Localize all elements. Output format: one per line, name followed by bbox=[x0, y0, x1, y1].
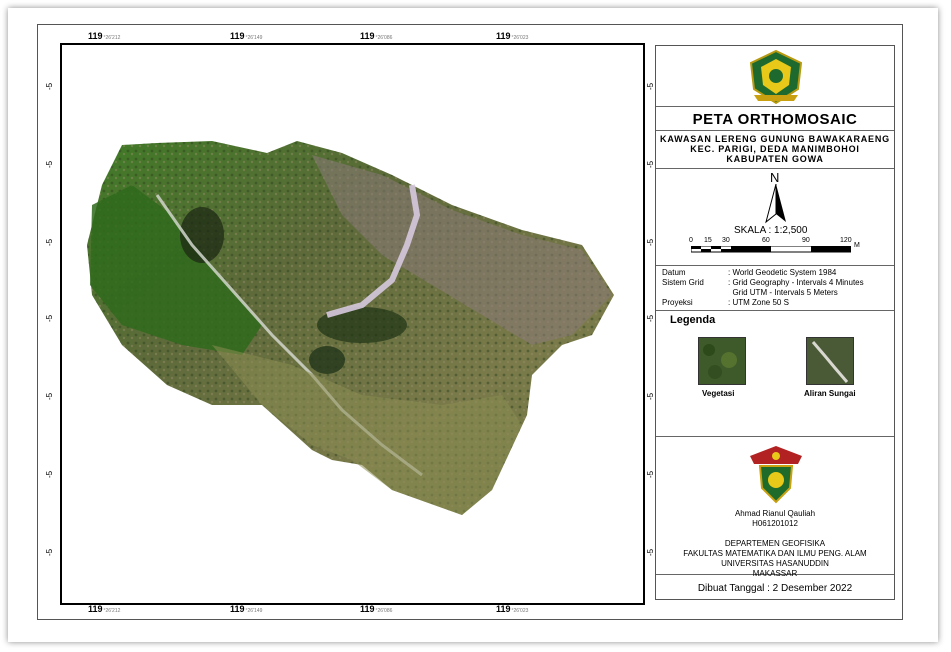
top-tick-4: 119°26'023 bbox=[496, 31, 529, 41]
subtitle-line-3: KABUPATEN GOWA bbox=[726, 154, 824, 164]
legend-swatch-river bbox=[806, 337, 854, 385]
right-tick-7: -5 bbox=[646, 548, 655, 556]
legend-label-river: Aliran Sungai bbox=[804, 389, 856, 398]
logo-section bbox=[656, 46, 894, 107]
bottom-tick-2: 119°26'149 bbox=[230, 604, 263, 614]
author-id: H061201012 bbox=[752, 519, 798, 528]
right-tick-5: -5 bbox=[646, 392, 655, 400]
subtitle-line-1: KAWASAN LERENG GUNUNG BAWAKARAENG bbox=[660, 134, 890, 144]
info-key-grid: Sistem Grid bbox=[662, 278, 704, 287]
left-tick-4: -5 bbox=[45, 314, 54, 322]
subtitle-line-2: KEC. PARIGI, DEDA MANIMBOHOI bbox=[690, 144, 860, 154]
legend-swatch-vegetation bbox=[698, 337, 746, 385]
right-tick-3: -5 bbox=[646, 238, 655, 246]
left-tick-2: -5 bbox=[45, 160, 54, 168]
legend-title: Legenda bbox=[670, 314, 716, 326]
scale-tick-30: 30 bbox=[722, 237, 730, 244]
scale-tick-60: 60 bbox=[762, 237, 770, 244]
map-frame bbox=[60, 43, 645, 605]
info-section: Datum : World Geodetic System 1984 Siste… bbox=[656, 265, 894, 311]
scale-tick-90: 90 bbox=[802, 237, 810, 244]
scale-unit: M bbox=[854, 242, 860, 249]
left-tick-7: -5 bbox=[45, 548, 54, 556]
institution-line-1: DEPARTEMEN GEOFISIKA bbox=[724, 539, 826, 548]
regency-emblem-icon bbox=[749, 49, 803, 105]
scale-bar bbox=[691, 246, 851, 253]
info-value-projection: : UTM Zone 50 S bbox=[728, 298, 789, 307]
scale-section: N SKALA : 1:2,500 0 15 30 60 90 120 M bbox=[656, 168, 894, 266]
scale-tick-120: 120 bbox=[840, 237, 852, 244]
orthomosaic-image bbox=[87, 141, 614, 515]
left-tick-1: -5 bbox=[45, 82, 54, 90]
right-tick-2: -5 bbox=[646, 160, 655, 168]
info-key-projection: Proyeksi bbox=[662, 298, 693, 307]
legend-section: Legenda Vegetasi Aliran Sungai bbox=[656, 310, 894, 437]
scale-tick-15: 15 bbox=[704, 237, 712, 244]
top-tick-1: 119°26'212 bbox=[88, 31, 121, 41]
north-arrow-icon bbox=[765, 184, 786, 224]
info-value-grid: : Grid Geography - Intervals 4 Minutes bbox=[728, 278, 864, 287]
title-section: PETA ORTHOMOSAIC KAWASAN LERENG GUNUNG B… bbox=[656, 106, 894, 169]
author-section: Ahmad Rianul Qauliah H061201012 DEPARTEM… bbox=[656, 436, 894, 578]
author-name: Ahmad Rianul Qauliah bbox=[734, 509, 816, 518]
left-tick-5: -5 bbox=[45, 392, 54, 400]
institution-line-2: FAKULTAS MATEMATIKA DAN ILMU PENG. ALAM bbox=[683, 549, 867, 558]
info-value-grid-utm: Grid UTM - Intervals 5 Meters bbox=[728, 288, 838, 297]
left-tick-6: -5 bbox=[45, 470, 54, 478]
top-tick-3: 119°26'086 bbox=[360, 31, 393, 41]
scale-label: SKALA : 1:2,500 bbox=[734, 225, 808, 236]
bottom-tick-1: 119°26'212 bbox=[88, 604, 121, 614]
info-value-datum: : World Geodetic System 1984 bbox=[728, 268, 837, 277]
map-title: PETA ORTHOMOSAIC bbox=[692, 111, 858, 128]
legend-label-vegetation: Vegetasi bbox=[702, 389, 735, 398]
right-tick-6: -5 bbox=[646, 470, 655, 478]
institution-line-4: MAKASSAR bbox=[752, 569, 798, 578]
top-tick-2: 119°26'149 bbox=[230, 31, 263, 41]
north-label: N bbox=[770, 170, 780, 185]
legend-panel: PETA ORTHOMOSAIC KAWASAN LERENG GUNUNG B… bbox=[655, 45, 895, 600]
right-tick-1: -5 bbox=[646, 82, 655, 90]
right-tick-4: -5 bbox=[646, 314, 655, 322]
bottom-tick-4: 119°26'023 bbox=[496, 604, 529, 614]
left-tick-3: -5 bbox=[45, 238, 54, 246]
date-label: Dibuat Tanggal : 2 Desember 2022 bbox=[697, 583, 853, 594]
university-logo-icon bbox=[750, 446, 802, 504]
institution-line-3: UNIVERSITAS HASANUDDIN bbox=[721, 559, 829, 568]
info-key-datum: Datum bbox=[662, 268, 686, 277]
scale-tick-0: 0 bbox=[689, 237, 693, 244]
bottom-tick-3: 119°26'086 bbox=[360, 604, 393, 614]
